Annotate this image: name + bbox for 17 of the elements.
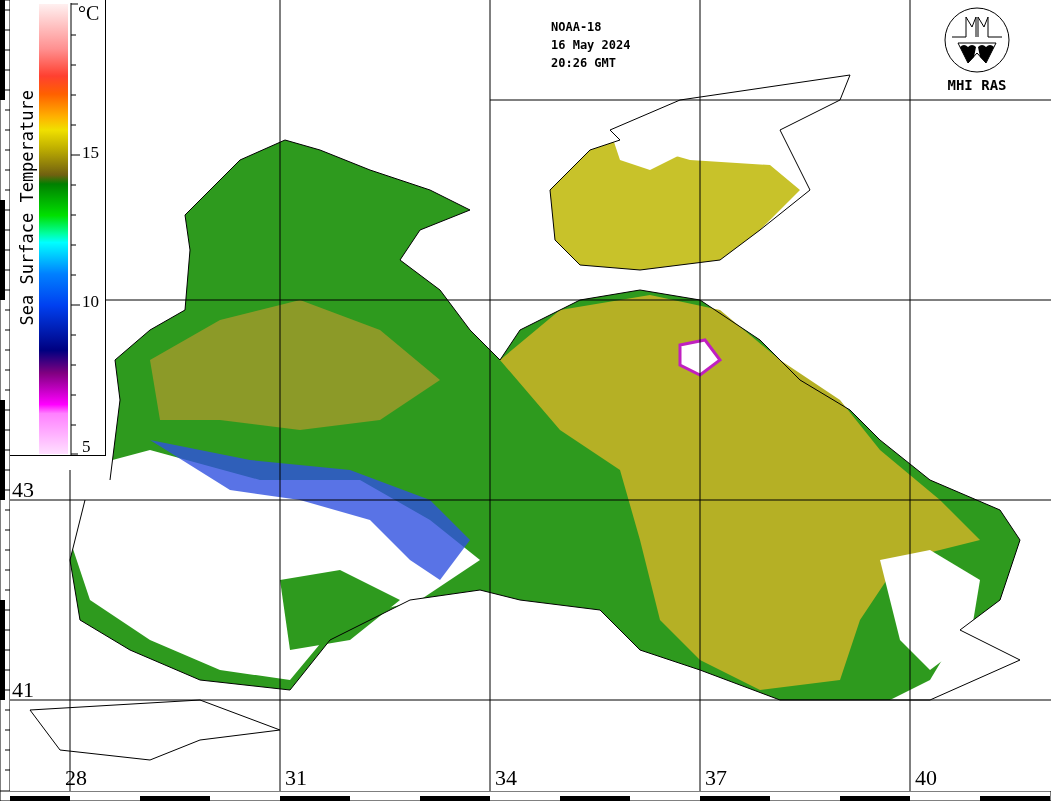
logo-label: MHI RAS bbox=[947, 77, 1007, 93]
longitude-label: 31 bbox=[285, 766, 307, 790]
logo-icon bbox=[944, 7, 1010, 73]
unit-label: °C bbox=[78, 2, 100, 25]
satellite-info-text: 16 May 2024 bbox=[551, 38, 631, 53]
scale-value: 15 bbox=[82, 143, 99, 163]
legend-title: Sea Surface Temperature bbox=[17, 90, 37, 326]
latitude-label: 43 bbox=[12, 478, 34, 502]
latitude-label: 41 bbox=[12, 678, 34, 702]
longitude-label: 40 bbox=[915, 766, 937, 790]
longitude-label: 37 bbox=[705, 766, 727, 790]
scale-value: 5 bbox=[82, 437, 91, 457]
scale-value: 10 bbox=[82, 292, 99, 312]
longitude-label: 28 bbox=[65, 766, 87, 790]
satellite-info-text: 20:26 GMT bbox=[551, 56, 618, 71]
longitude-label: 34 bbox=[495, 766, 517, 790]
satellite-info-text: NOAA-18 bbox=[551, 20, 603, 35]
